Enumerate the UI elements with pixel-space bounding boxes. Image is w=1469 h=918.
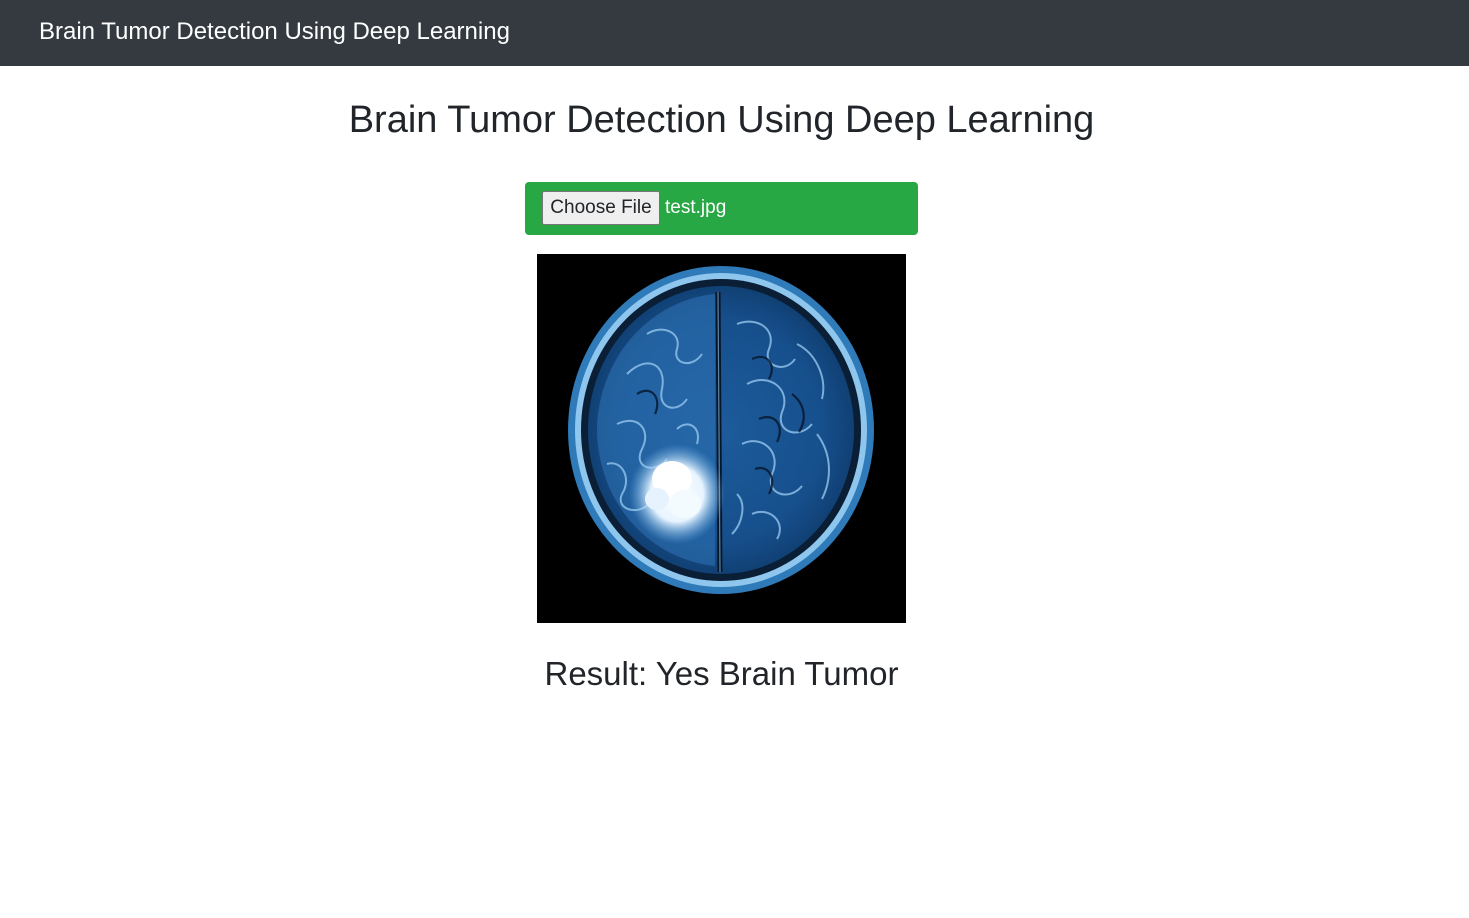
prediction-result: Result: Yes Brain Tumor xyxy=(544,655,899,692)
navbar-brand[interactable]: Brain Tumor Detection Using Deep Learnin… xyxy=(39,17,510,47)
brain-mri-icon xyxy=(537,254,906,623)
file-upload-field[interactable]: Choose File test.jpg xyxy=(525,182,918,235)
navbar: Brain Tumor Detection Using Deep Learnin… xyxy=(0,0,1469,66)
page-title: Brain Tumor Detection Using Deep Learnin… xyxy=(348,99,1095,141)
selected-file-name: test.jpg xyxy=(665,197,727,218)
choose-file-button[interactable]: Choose File xyxy=(542,191,660,225)
mri-preview-image xyxy=(537,254,906,623)
